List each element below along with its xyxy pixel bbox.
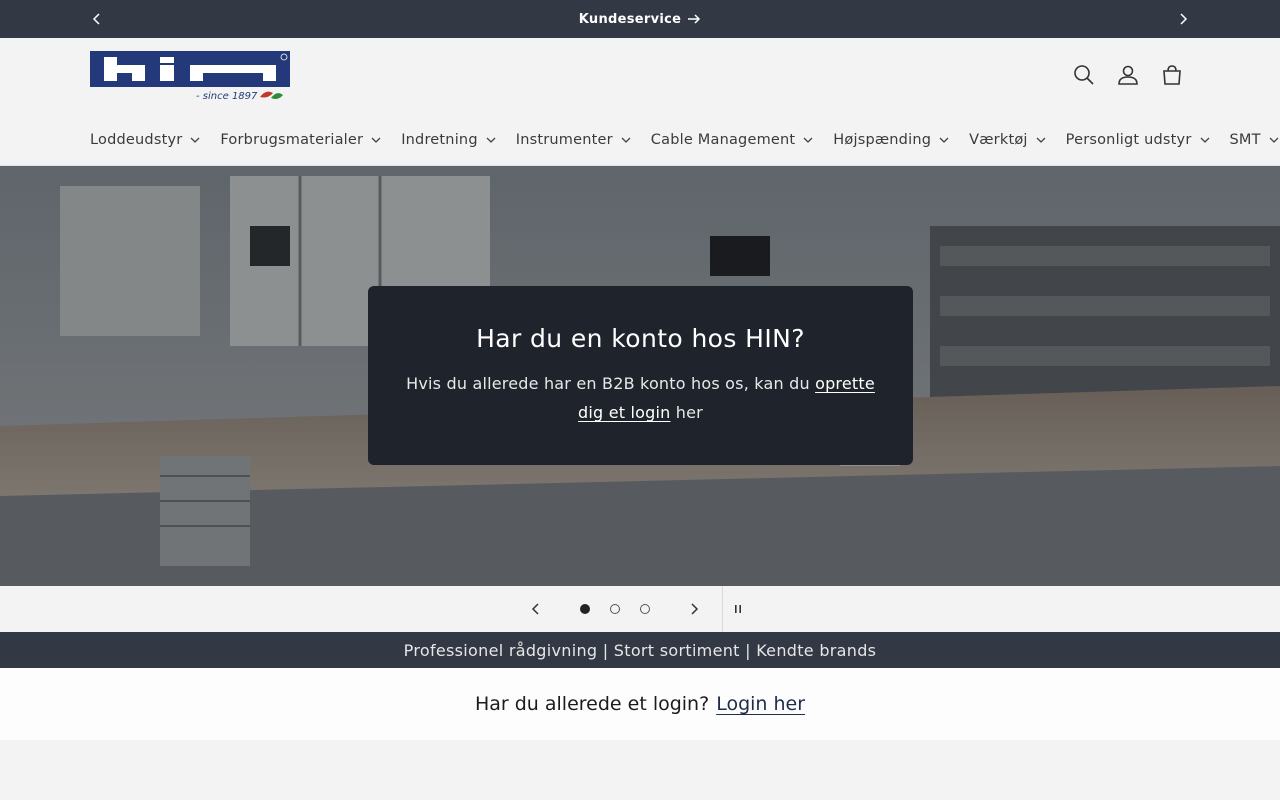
slider-controls <box>0 586 1280 632</box>
slide-dot-1[interactable] <box>580 604 590 614</box>
search-button[interactable] <box>1062 56 1106 94</box>
nav-item-personligt-udstyr[interactable]: Personligt udstyr <box>1056 132 1220 148</box>
chevron-right-icon <box>1180 13 1188 25</box>
main-navigation: Loddeudstyr Forbrugsmaterialer Indretnin… <box>80 126 1280 154</box>
arrow-right-icon <box>688 14 701 24</box>
announcement-next-button[interactable] <box>1173 9 1193 29</box>
usp-text: Professionel rådgivning | Stort sortimen… <box>403 640 877 660</box>
nav-item-instrumenter[interactable]: Instrumenter <box>506 132 641 148</box>
cart-icon <box>1163 65 1181 85</box>
site-header: - since 1897 Loddeudstyr Forbrugsmateria… <box>0 38 1280 166</box>
logo-tagline: - since 1897 <box>196 91 258 102</box>
hero-text: Hvis du allerede har en B2B konto hos os… <box>406 374 875 422</box>
nav-item-vaerktoj[interactable]: Værktøj <box>959 132 1056 148</box>
account-button[interactable] <box>1106 56 1150 94</box>
account-icon <box>1118 65 1138 85</box>
chevron-right-icon <box>691 603 699 615</box>
slider-divider <box>722 586 723 632</box>
chevron-down-icon <box>1036 137 1046 143</box>
announcement-message: Kundeservice <box>0 0 1280 38</box>
nav-item-indretning[interactable]: Indretning <box>391 132 506 148</box>
chevron-down-icon <box>1200 137 1209 143</box>
chevron-down-icon <box>486 137 496 143</box>
page-bottom-area <box>0 740 1280 800</box>
pause-icon <box>735 605 741 613</box>
chevron-down-icon <box>803 137 813 143</box>
slideshow-pause-button[interactable] <box>727 598 749 620</box>
header-icons <box>1062 56 1194 94</box>
hero-slideshow: Har du en konto hos HIN? Hvis du allered… <box>0 166 1280 586</box>
slide-next-button[interactable] <box>683 598 705 620</box>
nav-item-forbrugsmaterialer[interactable]: Forbrugsmaterialer <box>210 132 391 148</box>
chevron-down-icon <box>1269 137 1279 143</box>
login-question: Har du allerede et login? <box>474 693 710 715</box>
slide-dot-2[interactable] <box>610 604 620 614</box>
announcement-bar: Kundeservice <box>0 0 1280 38</box>
login-link[interactable]: Login her <box>716 693 805 715</box>
chevron-down-icon <box>190 137 200 143</box>
customer-service-link[interactable]: Kundeservice <box>579 12 682 27</box>
hin-logo[interactable]: - since 1897 <box>90 51 290 103</box>
slide-dot-3[interactable] <box>640 604 650 614</box>
usp-bar: Professionel rådgivning | Stort sortimen… <box>0 632 1280 668</box>
chevron-down-icon <box>621 137 631 143</box>
nav-item-smt[interactable]: SMT <box>1220 132 1280 148</box>
chevron-left-icon <box>531 603 539 615</box>
slide-prev-button[interactable] <box>525 598 547 620</box>
nav-item-hojspaending[interactable]: Højspænding <box>823 132 959 148</box>
hero-title: Har du en konto hos HIN? <box>476 324 805 353</box>
nav-item-cable-management[interactable]: Cable Management <box>641 132 824 148</box>
search-icon <box>1074 65 1094 85</box>
login-strip: Har du allerede et login? Login her <box>0 668 1280 740</box>
chevron-down-icon <box>939 137 949 143</box>
nav-item-loddeudstyr[interactable]: Loddeudstyr <box>80 132 210 148</box>
hero-content-card: Har du en konto hos HIN? Hvis du allered… <box>368 286 913 465</box>
chevron-down-icon <box>371 137 381 143</box>
cart-button[interactable] <box>1150 56 1194 94</box>
